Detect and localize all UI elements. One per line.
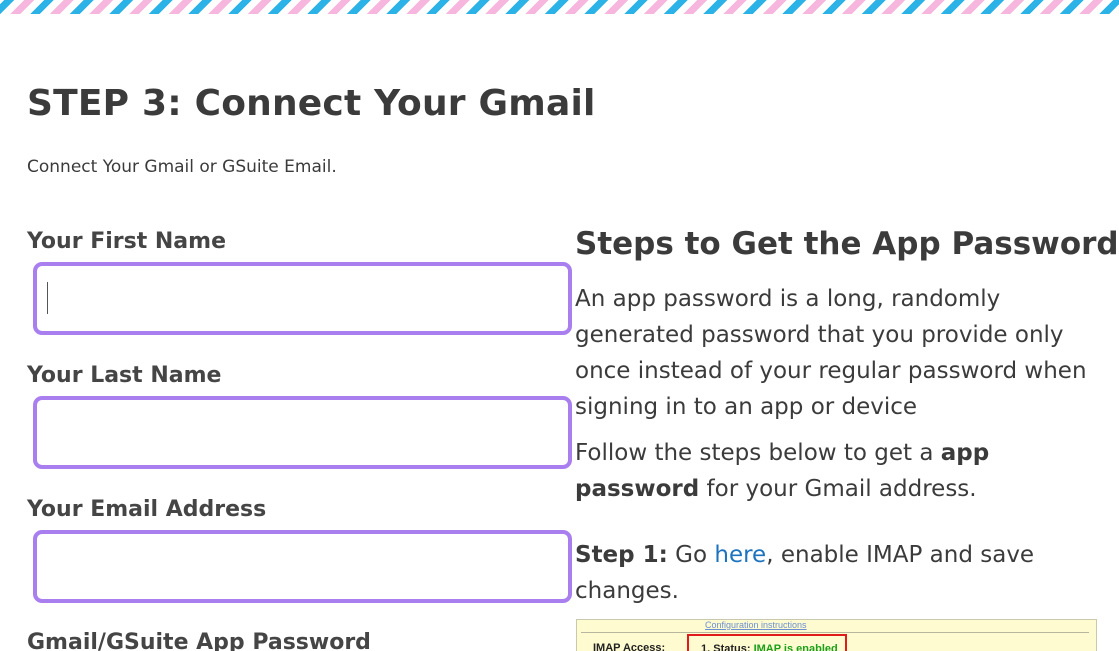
thumbnail-highlight-box: 1. Status: IMAP is enabled [687, 634, 847, 651]
page-subtitle: Connect Your Gmail or GSuite Email. [27, 157, 337, 177]
follow-suffix: for your Gmail address. [699, 476, 977, 502]
thumbnail-row-label: IMAP Access: [593, 642, 666, 651]
first-name-label: Your First Name [27, 229, 226, 254]
thumbnail-status-prefix: 1. Status: [701, 643, 754, 651]
thumbnail-caption: Configuration instructions [705, 620, 807, 630]
thumbnail-status: 1. Status: IMAP is enabled [701, 643, 838, 651]
instructions-title: Steps to Get the App Password [575, 226, 1119, 262]
app-password-label: Gmail/GSuite App Password [27, 630, 371, 651]
step-1-prefix: Go [667, 542, 715, 568]
follow-prefix: Follow the steps below to get a [575, 440, 941, 466]
last-name-label: Your Last Name [27, 363, 222, 388]
decorative-stripe-border [0, 0, 1119, 14]
email-input[interactable] [33, 530, 572, 603]
step-1-label: Step 1: [575, 542, 668, 568]
page-title: STEP 3: Connect Your Gmail [27, 83, 596, 124]
email-label: Your Email Address [27, 497, 267, 522]
last-name-input[interactable] [33, 396, 572, 469]
thumbnail-divider [581, 632, 1089, 633]
step-1-text: Step 1: Go here, enable IMAP and save ch… [575, 537, 1095, 609]
follow-bold-app: app [940, 440, 990, 466]
thumbnail-status-value: IMAP is enabled [753, 643, 838, 651]
text-caret [47, 282, 48, 314]
follow-bold-password: password [575, 476, 700, 502]
instructions-intro: An app password is a long, randomly gene… [575, 286, 1087, 420]
first-name-input[interactable] [33, 262, 572, 335]
instructions-follow: Follow the steps below to get a app pass… [575, 435, 1095, 507]
imap-settings-screenshot: Configuration instructions IMAP Access: … [576, 619, 1097, 651]
step-1-here-link[interactable]: here [714, 542, 766, 568]
